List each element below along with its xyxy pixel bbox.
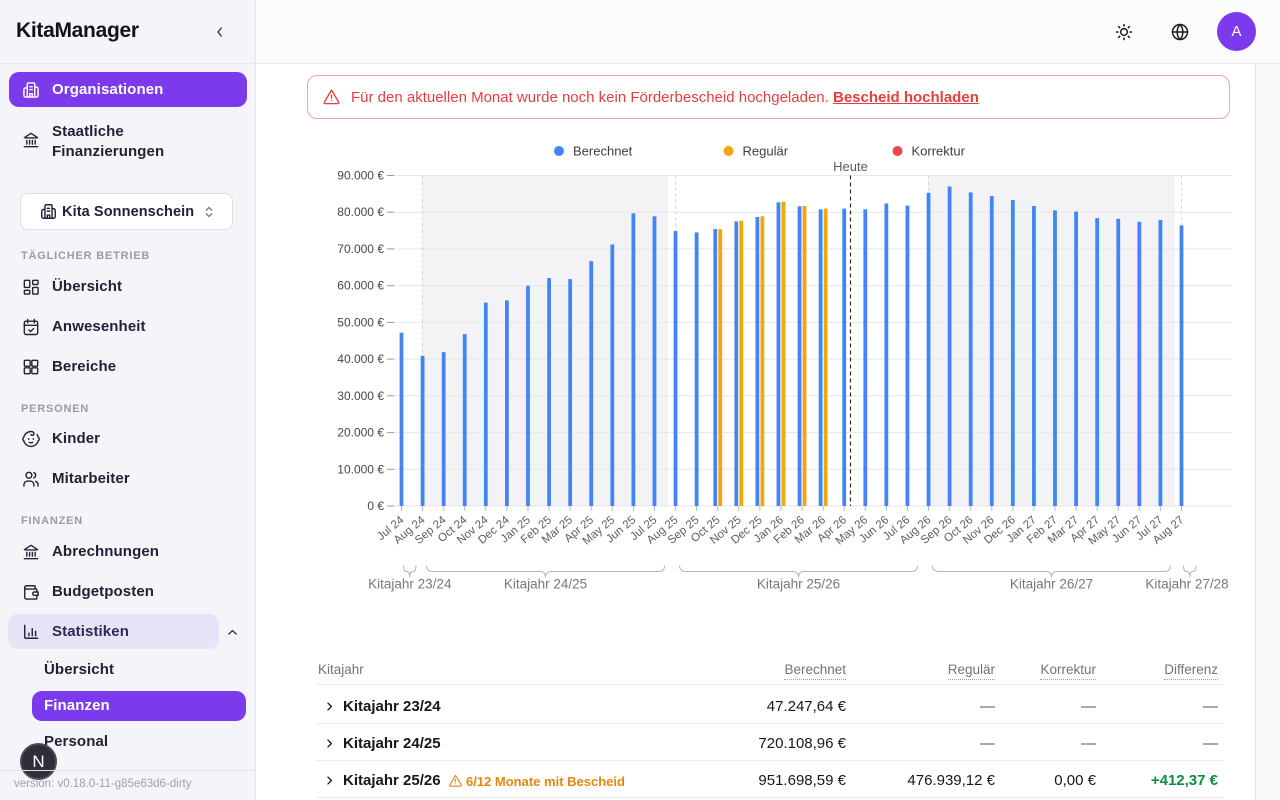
svg-text:60.000 €: 60.000 € [337,279,384,293]
svg-text:90.000 €: 90.000 € [337,169,384,183]
svg-text:0 €: 0 € [367,499,384,513]
svg-text:70.000 €: 70.000 € [337,242,384,256]
svg-text:Kitajahr 27/28: Kitajahr 27/28 [1145,577,1228,592]
svg-text:80.000 €: 80.000 € [337,205,384,219]
svg-text:Berechnet: Berechnet [573,144,633,159]
svg-text:Regulär: Regulär [743,144,789,159]
svg-text:20.000 €: 20.000 € [337,426,384,440]
svg-text:30.000 €: 30.000 € [337,389,384,403]
svg-text:40.000 €: 40.000 € [337,352,384,366]
svg-text:Korrektur: Korrektur [912,144,966,159]
svg-text:Kitajahr 26/27: Kitajahr 26/27 [1010,577,1093,592]
svg-text:Kitajahr 24/25: Kitajahr 24/25 [504,577,587,592]
svg-text:10.000 €: 10.000 € [337,462,384,476]
svg-text:50.000 €: 50.000 € [337,315,384,329]
svg-text:Kitajahr 23/24: Kitajahr 23/24 [368,577,452,592]
svg-text:Heute: Heute [833,159,868,174]
svg-text:Kitajahr 25/26: Kitajahr 25/26 [757,577,840,592]
